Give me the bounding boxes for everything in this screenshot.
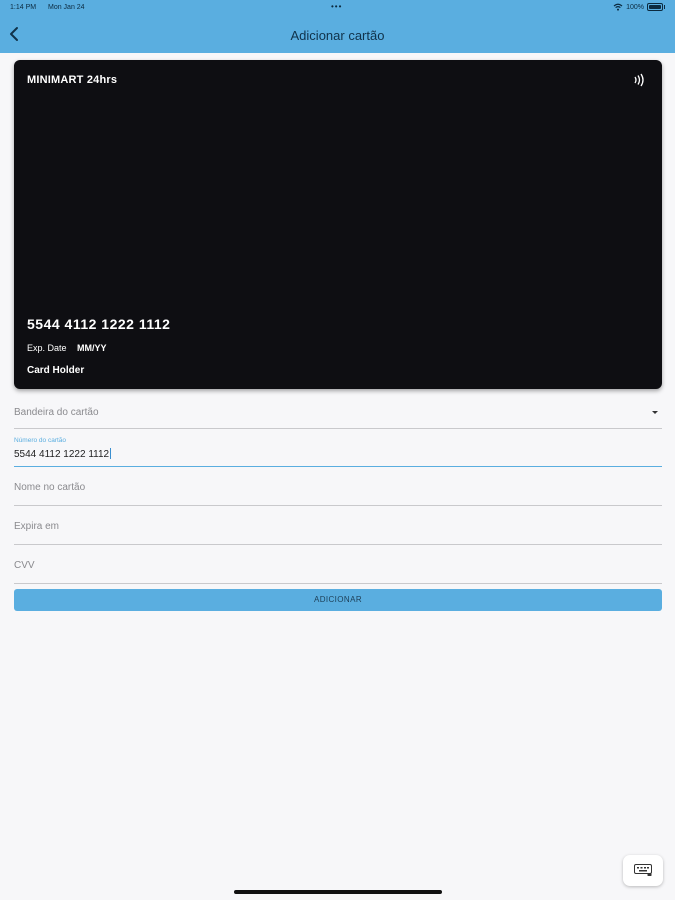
add-card-button[interactable]: ADICIONAR — [14, 589, 662, 611]
keyboard-toggle-button[interactable] — [623, 855, 663, 886]
status-right: 100% — [613, 3, 665, 11]
expiry-field[interactable]: Expira em — [14, 512, 662, 545]
cvv-placeholder: CVV — [14, 560, 35, 571]
status-bar: 1:14 PM Mon Jan 24 ••• 100% — [0, 0, 675, 16]
status-date: Mon Jan 24 — [48, 4, 85, 11]
card-name-field[interactable]: Nome no cartão — [14, 472, 662, 506]
expiry-placeholder: Expira em — [14, 521, 60, 532]
card-number-field[interactable]: Número do cartão 5544 4112 1222 1112 — [14, 434, 662, 467]
card-brand-placeholder: Bandeira do cartão — [14, 407, 99, 418]
app-header: 1:14 PM Mon Jan 24 ••• 100% Adicionar ca… — [0, 0, 675, 53]
card-number-label: Número do cartão — [14, 437, 67, 444]
battery-percent: 100% — [626, 3, 644, 11]
keyboard-icon — [634, 864, 652, 876]
credit-card-preview: MINIMART 24hrs 5544 4112 1222 1112 Exp. … — [14, 60, 662, 389]
status-time: 1:14 PM — [10, 4, 37, 11]
contactless-icon — [634, 73, 644, 87]
card-holder-label: Card Holder — [27, 365, 85, 376]
exp-date-label: Exp. Date — [27, 343, 67, 353]
card-brand-name: MINIMART 24hrs — [27, 74, 118, 86]
multitasking-dots[interactable]: ••• — [331, 2, 342, 11]
page-title: Adicionar cartão — [290, 28, 385, 43]
card-brand-select[interactable]: Bandeira do cartão — [14, 398, 662, 429]
card-number-input-value[interactable]: 5544 4112 1222 1112 — [14, 448, 112, 460]
battery-icon — [647, 3, 665, 11]
exp-date-value: MM/YY — [77, 343, 107, 353]
dropdown-caret-icon — [652, 411, 658, 414]
card-number-display: 5544 4112 1222 1112 — [27, 316, 171, 332]
card-name-placeholder: Nome no cartão — [14, 482, 86, 493]
text-cursor — [110, 448, 112, 459]
cvv-field[interactable]: CVV — [14, 551, 662, 584]
wifi-icon — [613, 3, 623, 11]
home-indicator[interactable] — [234, 890, 442, 894]
